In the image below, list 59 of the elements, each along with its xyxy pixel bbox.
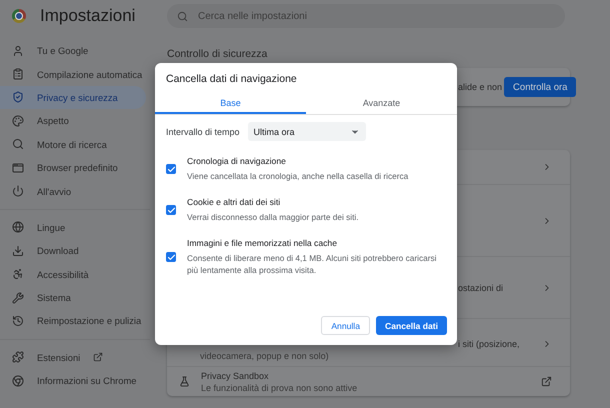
sidebar-item[interactable]: Reimpostazione e pulizia bbox=[0, 309, 146, 333]
sidebar-item[interactable]: All'avvio bbox=[0, 179, 146, 203]
history-icon bbox=[12, 314, 24, 327]
wrench-icon bbox=[12, 292, 24, 304]
check-now-button[interactable]: Controlla ora bbox=[504, 77, 576, 97]
sidebar-item[interactable]: Accessibilità bbox=[0, 262, 146, 286]
checkbox[interactable] bbox=[166, 252, 176, 262]
time-range-label: Intervallo di tempo bbox=[166, 126, 240, 136]
search-field[interactable]: Cerca nelle impostazioni bbox=[167, 4, 565, 28]
clipboard-icon bbox=[12, 68, 24, 80]
app-title: Impostazioni bbox=[40, 6, 136, 26]
dialog-title: Cancella dati di navigazione bbox=[165, 72, 298, 87]
option-title: Cronologia di navigazione bbox=[187, 156, 287, 166]
flask-icon bbox=[178, 376, 190, 387]
option-title: Immagini e file memorizzati nella cache bbox=[187, 238, 338, 248]
time-range-dropdown[interactable]: Ultima ora bbox=[248, 122, 366, 141]
sidebar-item[interactable]: Privacy e sicurezza bbox=[0, 86, 146, 110]
option-description: Consente di liberare meno di 4,1 MB. Alcuni siti potrebbero caricarsi più lentamente alla prossima visita. bbox=[187, 252, 438, 276]
cancel-button[interactable]: Annulla bbox=[321, 316, 370, 335]
row-title: Privacy Sandbox bbox=[201, 370, 270, 380]
chrome-icon bbox=[12, 374, 24, 387]
sidebar-item[interactable]: Download bbox=[0, 239, 146, 263]
clear-data-button[interactable]: Cancella dati bbox=[376, 316, 447, 335]
external-link-icon[interactable] bbox=[541, 376, 552, 387]
option-description: Verrai disconnesso dalla maggior parte dei siti. bbox=[187, 211, 359, 224]
external-link-icon bbox=[93, 352, 104, 362]
sidebar-item[interactable]: Motore di ricerca bbox=[0, 132, 146, 156]
sidebar-item[interactable]: Lingue bbox=[0, 216, 146, 240]
checkbox[interactable] bbox=[166, 205, 176, 216]
chrome-logo-icon bbox=[12, 9, 26, 23]
sidebar-item[interactable]: Tu e Google bbox=[0, 39, 146, 62]
search-icon bbox=[12, 138, 24, 150]
sidebar-item[interactable]: Estensioni bbox=[0, 346, 146, 370]
tab[interactable]: Base bbox=[155, 92, 306, 114]
row-text: videocamera, popup e non solo) bbox=[200, 351, 330, 361]
globe-icon bbox=[12, 221, 24, 234]
sidebar-item[interactable]: Aspetto bbox=[0, 109, 146, 133]
shield-icon bbox=[12, 91, 24, 104]
accessibility-icon bbox=[12, 268, 24, 280]
puzzle-icon bbox=[12, 351, 24, 364]
card-text: alide e non bbox=[458, 82, 502, 92]
sidebar-item[interactable]: Informazioni su Chrome bbox=[0, 369, 146, 392]
sidebar-item[interactable]: Compilazione automatica bbox=[0, 62, 146, 86]
section-heading: Controllo di sicurezza bbox=[167, 47, 268, 62]
row-text: ostazioni di bbox=[458, 282, 504, 292]
checkbox[interactable] bbox=[166, 164, 176, 174]
sidebar-item[interactable]: Sistema bbox=[0, 286, 146, 310]
sidebar-item[interactable]: Browser predefinito bbox=[0, 156, 146, 180]
tab[interactable]: Avanzate bbox=[306, 92, 457, 114]
row-subtitle: Le funzionalità di prova non sono attive bbox=[201, 382, 358, 392]
option-title: Cookie e altri dati dei siti bbox=[187, 197, 282, 208]
person-icon bbox=[12, 44, 24, 57]
window-icon bbox=[12, 162, 24, 174]
option-description: Viene cancellata la cronologia, anche nella casella di ricerca bbox=[187, 170, 408, 182]
power-icon bbox=[12, 185, 24, 198]
search-icon bbox=[177, 10, 188, 22]
download-icon bbox=[12, 244, 24, 257]
row-text: i siti (posizione, bbox=[458, 339, 520, 349]
palette-icon bbox=[12, 114, 24, 127]
